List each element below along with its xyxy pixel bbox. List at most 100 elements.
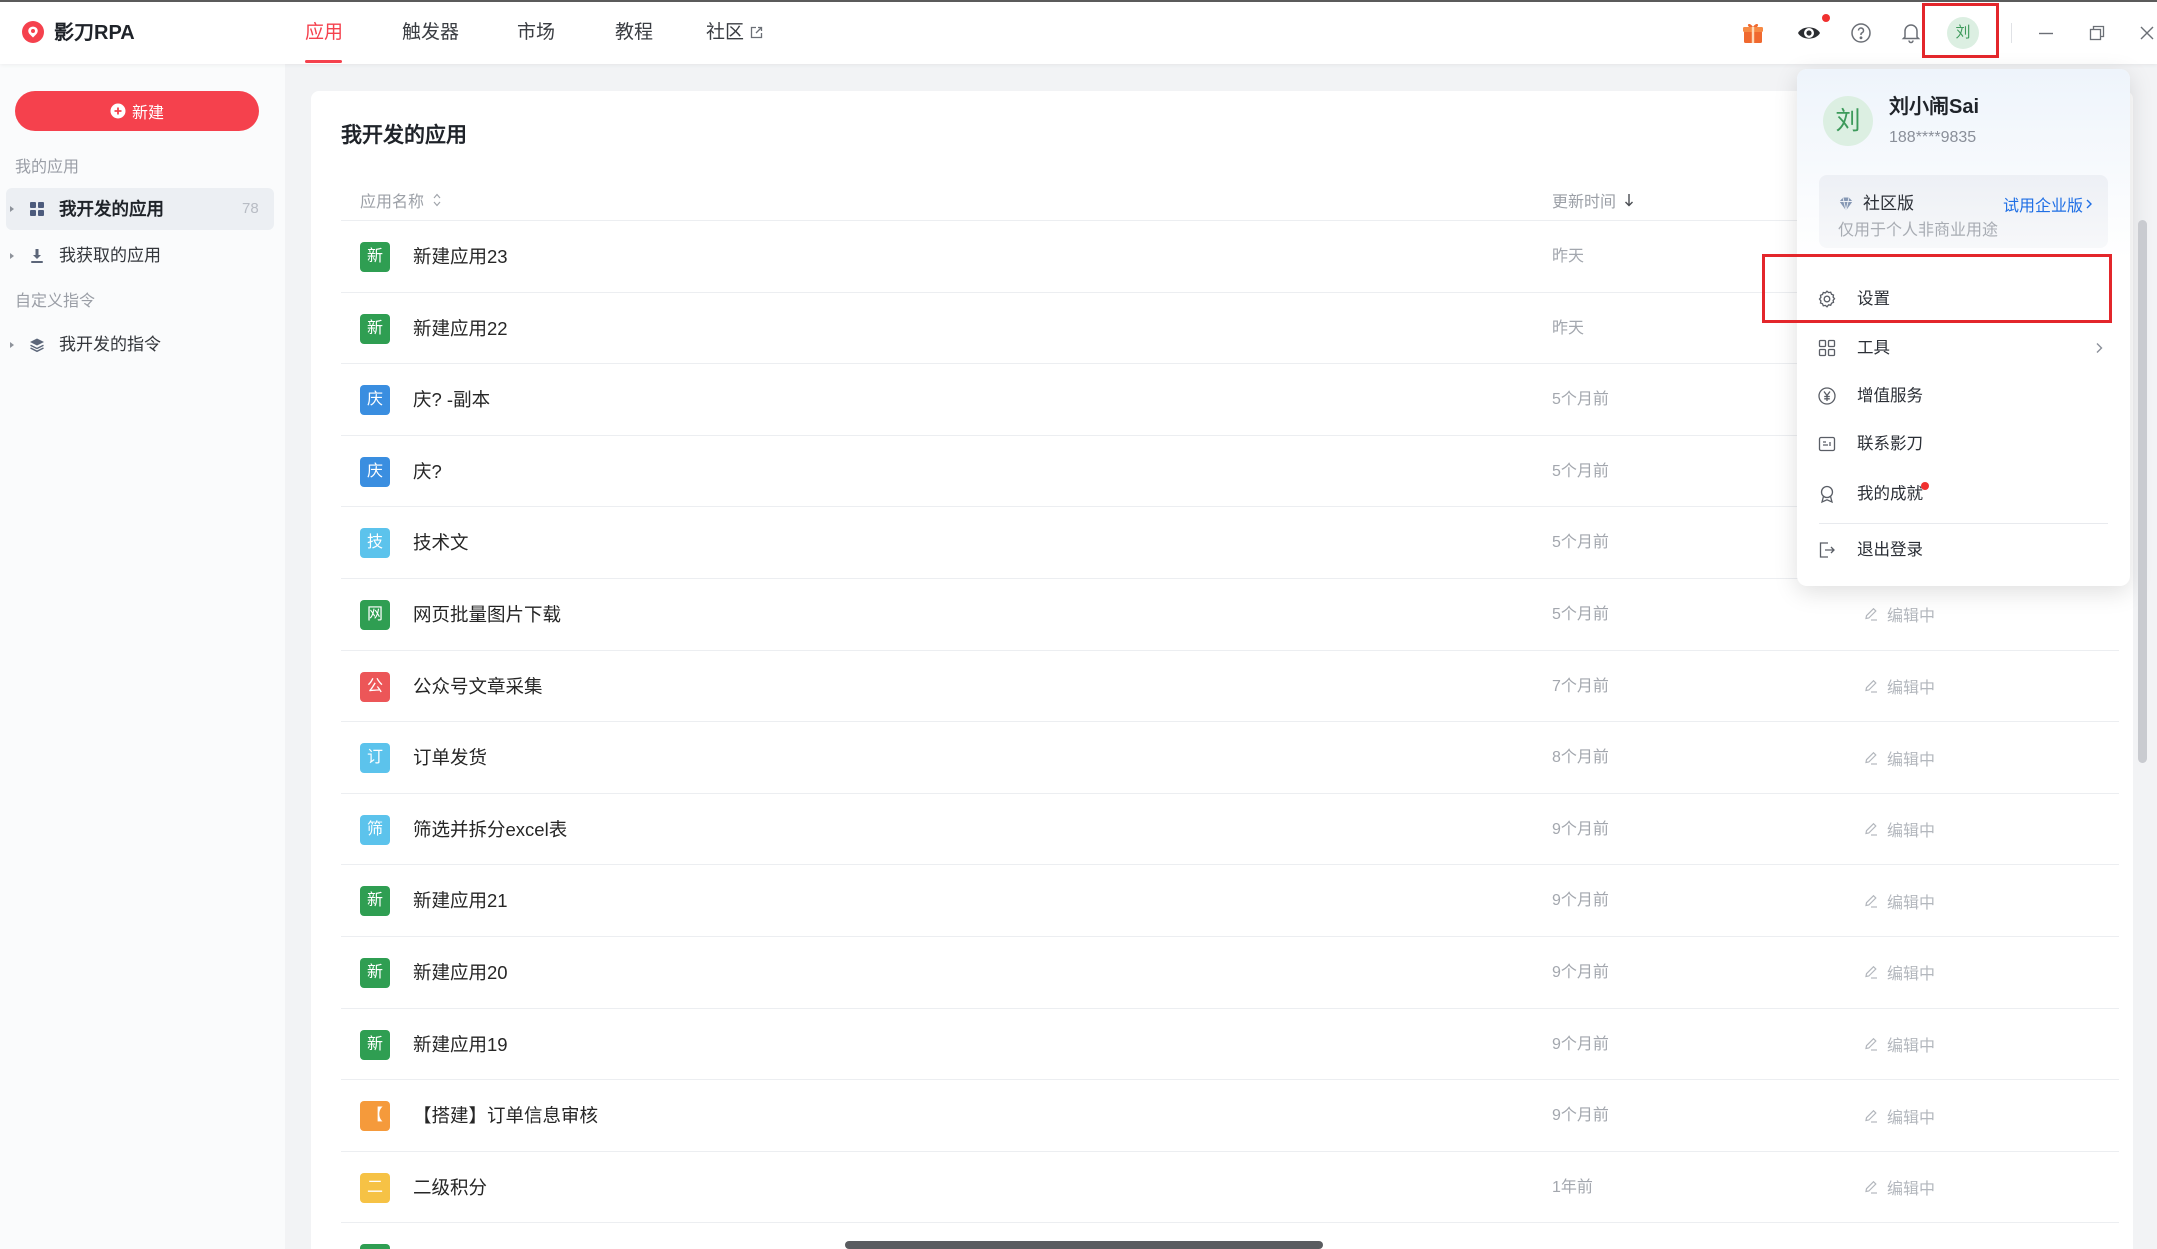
menu-item-label: 工具 (1857, 339, 1890, 357)
notification-dot (1822, 14, 1830, 22)
menu-item-value-added-services[interactable]: 增值服务 (1797, 374, 2130, 418)
table-row[interactable]: 二 二级积分 1年前 编辑中 (341, 1152, 2119, 1224)
menu-item-achievements[interactable]: 我的成就 (1797, 472, 2130, 516)
layers-icon (29, 337, 45, 353)
edit-status-button[interactable]: 编辑中 (1864, 579, 1935, 650)
avatar: 刘 (1823, 96, 1873, 146)
app-name[interactable]: 新建应用21 (413, 865, 508, 936)
sort-desc-arrow-icon (1624, 193, 1634, 207)
column-header-name[interactable]: 应用名称 (360, 179, 442, 220)
menu-item-tools[interactable]: 工具 (1797, 326, 2130, 370)
expand-triangle-icon[interactable] (8, 341, 16, 349)
app-updated-time: 5个月前 (1552, 391, 1609, 409)
trial-enterprise-link[interactable]: 试用企业版 (2003, 193, 2093, 215)
diamond-icon (1837, 195, 1855, 213)
new-app-button[interactable]: 新建 (15, 91, 259, 131)
sidebar-item-my-commands[interactable]: 我开发的指令 (6, 324, 274, 366)
app-name[interactable]: 新建应用20 (413, 937, 508, 1008)
table-row[interactable]: 订 订单发货 8个月前 编辑中 (341, 722, 2119, 794)
edit-status-button[interactable]: 编辑中 (1864, 1152, 1935, 1223)
pencil-icon (1864, 679, 1878, 693)
bell-icon[interactable] (1899, 20, 1923, 44)
close-icon[interactable] (2140, 26, 2154, 40)
tab-tutorials[interactable]: 教程 (615, 0, 653, 64)
app-updated-time: 昨天 (1552, 248, 1585, 265)
table-row[interactable]: 【 【搭建】订单信息审核 9个月前 编辑中 (341, 1080, 2119, 1152)
vertical-scrollbar-thumb[interactable] (2138, 220, 2147, 763)
user-avatar-button[interactable]: 刘 (1947, 17, 1979, 49)
tab-community[interactable]: 社区 (706, 0, 744, 64)
app-icon: 【 (360, 1101, 390, 1132)
minimize-icon[interactable] (2038, 25, 2054, 41)
expand-triangle-icon[interactable] (8, 252, 16, 260)
gift-icon[interactable] (1740, 20, 1766, 46)
app-name[interactable]: 【搭建】订单信息审核 (413, 1080, 598, 1151)
tab-market[interactable]: 市场 (517, 0, 555, 64)
menu-item-logout[interactable]: 退出登录 (1797, 528, 2130, 572)
horizontal-scrollbar-thumb[interactable] (845, 1241, 1323, 1249)
app-updated-time: 9个月前 (1552, 1035, 1609, 1053)
expand-triangle-icon[interactable] (8, 205, 16, 213)
section-label-my-apps: 我的应用 (15, 159, 80, 176)
pencil-icon (1864, 1109, 1878, 1123)
tab-triggers[interactable]: 触发器 (402, 0, 459, 64)
app-icon: 庆 (360, 456, 390, 487)
new-button-label: 新建 (131, 105, 164, 122)
app-icon (360, 1244, 390, 1249)
restore-icon[interactable] (2089, 25, 2105, 41)
table-row[interactable]: 新 新建应用21 9个月前 编辑中 (341, 865, 2119, 937)
app-icon: 订 (360, 743, 390, 774)
edition-name: 社区版 (1863, 194, 1914, 213)
menu-item-contact[interactable]: 联系影刀 (1797, 422, 2130, 466)
app-name[interactable]: 庆? (413, 436, 442, 507)
pencil-icon (1864, 822, 1878, 836)
app-icon: 新 (360, 1029, 390, 1060)
top-bar: 影刀RPA 应用 触发器 市场 教程 社区 刘 (0, 0, 2157, 64)
edit-status-button[interactable]: 编辑中 (1864, 937, 1935, 1008)
edit-status-button[interactable]: 编辑中 (1864, 722, 1935, 793)
app-name[interactable]: 新建应用19 (413, 1009, 508, 1080)
sidebar-item-acquired-apps[interactable]: 我获取的应用 (6, 235, 274, 277)
pencil-icon (1864, 1037, 1878, 1051)
user-menu-dropdown: 刘 刘小闹Sai 188****9835 社区版 试用企业版 仅用于个人非商业用… (1797, 69, 2130, 586)
table-row[interactable]: 新 新建应用19 9个月前 编辑中 (341, 1009, 2119, 1081)
achievement-badge-dot (1921, 482, 1929, 490)
page-title: 我开发的应用 (341, 124, 467, 147)
app-icon: 庆 (360, 385, 390, 416)
sidebar-item-my-developed-apps[interactable]: 我开发的应用 78 (6, 188, 274, 230)
table-row[interactable]: 新 新建应用20 9个月前 编辑中 (341, 937, 2119, 1009)
sidebar: 新建 我的应用 我开发的应用 78 我获取的应用 自定义指令 我开发的指令 (0, 64, 285, 1249)
app-name[interactable]: 筛选并拆分excel表 (413, 794, 567, 865)
app-name[interactable]: 庆? -副本 (413, 364, 490, 435)
app-name[interactable]: 新建应用23 (413, 221, 508, 292)
table-row[interactable]: 公 公众号文章采集 7个月前 编辑中 (341, 651, 2119, 723)
app-logo-text: 影刀RPA (54, 22, 135, 44)
column-header-updated[interactable]: 更新时间 (1552, 179, 1634, 220)
app-name[interactable]: 订单发货 (413, 722, 487, 793)
edit-status-button[interactable]: 编辑中 (1864, 651, 1935, 722)
edit-status-button[interactable]: 编辑中 (1864, 1080, 1935, 1151)
contact-icon (1817, 434, 1837, 454)
app-name[interactable]: 技术文 (413, 507, 469, 578)
menu-item-settings[interactable]: 设置 (1797, 277, 2130, 321)
sidebar-item-label: 我开发的应用 (59, 199, 164, 219)
app-name[interactable]: 公众号文章采集 (413, 651, 543, 722)
tab-apps[interactable]: 应用 (305, 0, 343, 64)
help-icon[interactable] (1849, 21, 1873, 45)
app-name[interactable]: 新建应用22 (413, 293, 508, 364)
table-row[interactable]: 网 网页批量图片下载 5个月前 编辑中 (341, 579, 2119, 651)
edition-note: 仅用于个人非商业用途 (1838, 222, 1999, 239)
gear-icon (1817, 289, 1837, 309)
robot-eye-icon[interactable] (1796, 20, 1822, 46)
app-updated-time: 9个月前 (1552, 963, 1609, 981)
edit-status-button[interactable]: 编辑中 (1864, 865, 1935, 936)
edit-status-button[interactable]: 编辑中 (1864, 1009, 1935, 1080)
pencil-icon (1864, 751, 1878, 765)
table-row[interactable]: 筛 筛选并拆分excel表 9个月前 编辑中 (341, 794, 2119, 866)
edition-card: 社区版 试用企业版 仅用于个人非商业用途 (1819, 175, 2108, 248)
pencil-icon (1864, 1180, 1878, 1194)
app-name[interactable]: 二级积分 (413, 1152, 487, 1223)
edit-status-button[interactable]: 编辑中 (1864, 794, 1935, 865)
app-updated-time: 9个月前 (1552, 892, 1609, 910)
app-name[interactable]: 网页批量图片下载 (413, 579, 561, 650)
